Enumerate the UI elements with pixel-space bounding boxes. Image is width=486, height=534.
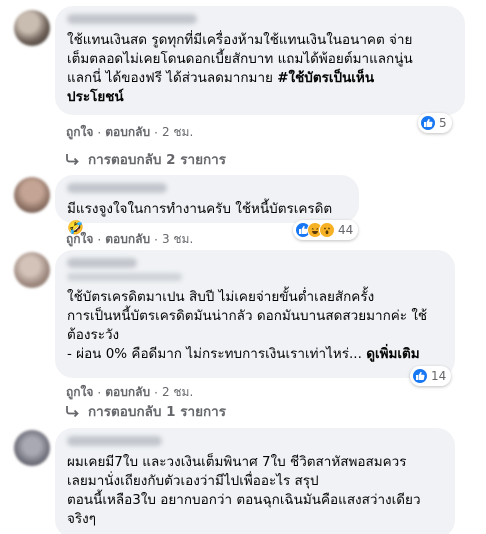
hashtag-link-cont[interactable]: ประโยชน์ [67,89,124,105]
reply-arrow-icon [66,154,79,165]
view-replies-link[interactable]: การตอบกลับ 1 รายการ [66,400,226,422]
comment-actions: ถูกใจ · ตอบกลับ · 3 ชม. [66,230,193,249]
separator: · [97,125,102,140]
reply-arrow-icon [66,406,79,417]
view-replies-link[interactable]: การตอบกลับ 2 รายการ [66,148,226,170]
avatar[interactable] [14,430,50,466]
like-button[interactable]: ถูกใจ [66,230,93,249]
commenter-subtitle-blurred [67,273,182,281]
separator: · [154,125,158,140]
commenter-name-blurred[interactable] [67,183,167,193]
reaction-icons [295,222,335,238]
see-more-link[interactable]: ดูเพิ่มเติม [366,346,419,362]
reaction-count: 5 [439,116,447,130]
reaction-count: 14 [431,369,447,383]
commenter-name-blurred[interactable] [67,14,197,24]
avatar[interactable] [14,252,50,288]
separator: · [97,232,102,247]
comment-bubble: ใช้แทนเงินสด รูดทุกที่มีเครื่องห้ามใช้แท… [55,6,465,115]
wow-icon [319,222,335,238]
like-icon [420,115,436,131]
avatar[interactable] [14,177,50,213]
comment-bubble: มีแรงจูงใจในการทำงานครับ ใช้หนี้บัตรเครด… [55,175,359,236]
separator: · [97,385,102,400]
commenter-name-blurred[interactable] [67,258,137,268]
reply-button[interactable]: ตอบกลับ [105,230,150,249]
comment-text: ใช้แทนเงินสด รูดทุกที่มีเครื่องห้ามใช้แท… [67,32,413,105]
comment-text: ใช้บัตรเครดิตมาเปน สิบปี ไม่เคยจ่ายขั้นต… [67,289,428,362]
replies-label: การตอบกลับ 2 รายการ [88,152,227,168]
like-icon [412,368,428,384]
like-button[interactable]: ถูกใจ [66,123,93,142]
reaction-count: 44 [338,223,354,237]
reaction-badge[interactable]: 44 [293,220,359,240]
replies-label: การตอบกลับ 1 รายการ [88,404,227,420]
comment-text: ผมเคยมี7ใบ และวงเงินเต็มพินาศ 7ใบ ชีวิตส… [67,454,421,527]
reaction-badge[interactable]: 14 [410,366,452,386]
separator: · [154,232,158,247]
reaction-badge[interactable]: 5 [418,113,452,133]
commenter-name-blurred[interactable] [67,436,162,446]
hashtag-link[interactable]: #ใช้บัตรเป็นเห็น [277,70,374,86]
timestamp[interactable]: 3 ชม. [162,230,193,249]
comment-bubble: ผมเคยมี7ใบ และวงเงินเต็มพินาศ 7ใบ ชีวิตส… [55,428,455,534]
avatar[interactable] [14,10,50,46]
reply-button[interactable]: ตอบกลับ [105,123,150,142]
comment-bubble: ใช้บัตรเครดิตมาเปน สิบปี ไม่เคยจ่ายขั้นต… [55,250,455,378]
separator: · [154,385,158,400]
comment-actions: ถูกใจ · ตอบกลับ · 2 ชม. [66,123,193,142]
timestamp[interactable]: 2 ชม. [162,123,193,142]
